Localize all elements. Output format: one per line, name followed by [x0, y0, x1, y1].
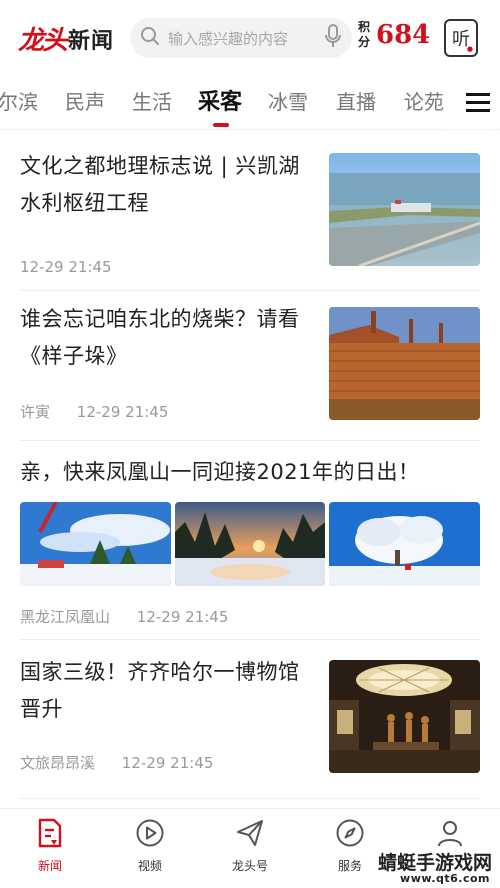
paper-plane-icon: [234, 817, 266, 849]
news-thumbnail[interactable]: [329, 502, 480, 586]
news-source: 许寅: [20, 403, 51, 421]
news-meta: 黑龙江凤凰山 12-29 21:45: [20, 606, 228, 627]
channel-tabs: 尔滨 民声 生活 采客 冰雪 直播 论苑: [0, 76, 500, 130]
points-display[interactable]: 积 分 684: [358, 20, 430, 50]
news-thumbnail[interactable]: [329, 307, 480, 420]
news-time: 12-29 21:45: [76, 403, 169, 421]
site-watermark: 蜻蜓手游戏网 www.qt6.com: [356, 846, 500, 888]
menu-icon-bar: [466, 100, 490, 104]
microphone-icon[interactable]: [324, 24, 342, 52]
watermark-title: 蜻蜓手游戏网: [377, 852, 492, 874]
app-logo: 龙头 新闻: [18, 20, 114, 57]
search-input[interactable]: 输入感兴趣的内容: [168, 28, 324, 49]
listen-indicator: ●: [466, 45, 473, 53]
news-item[interactable]: 文化之都地理标志说 | 兴凯湖水利枢纽工程 12-29 21:45: [20, 148, 480, 278]
search-icon: [140, 26, 160, 50]
logo-mark: 龙头: [18, 26, 68, 56]
nav-video[interactable]: 视频: [110, 817, 190, 874]
tab-minsheng[interactable]: 民声: [65, 86, 105, 115]
news-time: 12-29 21:45: [136, 608, 229, 626]
nav-label: 视频: [137, 859, 162, 873]
watermark-url: www.qt6.com: [400, 872, 490, 885]
news-meta: 许寅 12-29 21:45: [20, 401, 168, 422]
points-label: 积 分: [358, 20, 371, 49]
news-meta: 12-29 21:45: [20, 258, 112, 276]
divider: [20, 440, 480, 441]
divider: [20, 290, 480, 291]
listen-button[interactable]: 听 ●: [444, 19, 478, 57]
points-value: 684: [376, 20, 431, 50]
nav-news[interactable]: 新闻: [10, 817, 90, 874]
news-title[interactable]: 国家三级！齐齐哈尔一博物馆晋升: [20, 654, 310, 728]
logo-text: 新闻: [68, 28, 115, 54]
user-icon: [434, 817, 466, 849]
search-bar[interactable]: 输入感兴趣的内容: [130, 18, 352, 58]
news-title[interactable]: 文化之都地理标志说 | 兴凯湖水利枢纽工程: [20, 148, 310, 222]
divider: [20, 639, 480, 640]
tab-zhibo[interactable]: 直播: [336, 86, 376, 115]
news-meta: 文旅昂昂溪 12-29 21:45: [20, 752, 213, 773]
news-thumbnail[interactable]: [20, 502, 171, 586]
news-item[interactable]: 谁会忘记咱东北的烧柴？请看《样子垛》 许寅 12-29 21:45: [20, 301, 480, 431]
news-source: 黑龙江凤凰山: [20, 608, 111, 626]
play-icon: [134, 817, 166, 849]
tab-caike[interactable]: 采客: [198, 84, 242, 116]
divider: [20, 798, 480, 799]
news-source: 文旅昂昂溪: [20, 754, 96, 772]
nav-label: 龙头号: [231, 859, 268, 873]
menu-icon-bar: [466, 92, 490, 96]
news-title[interactable]: 谁会忘记咱东北的烧柴？请看《样子垛》: [20, 301, 310, 375]
news-title[interactable]: 亲，快来凤凰山一同迎接2021年的日出！: [20, 454, 480, 491]
tab-bingxue[interactable]: 冰雪: [268, 86, 308, 115]
tab-shenghuo[interactable]: 生活: [132, 86, 172, 115]
nav-label: 新闻: [37, 859, 62, 873]
top-header: 龙头 新闻 输入感兴趣的内容 积 分 684 听 ●: [0, 0, 500, 76]
news-item[interactable]: 国家三级！齐齐哈尔一博物馆晋升 文旅昂昂溪 12-29 21:45: [20, 654, 480, 784]
news-thumbnail[interactable]: [175, 502, 325, 586]
news-time: 12-29 21:45: [121, 754, 214, 772]
active-tab-indicator: [213, 123, 229, 127]
news-time: 12-29 21:45: [20, 258, 112, 276]
news-thumbnail[interactable]: [329, 153, 480, 266]
news-icon: [34, 817, 66, 849]
news-item[interactable]: 亲，快来凤凰山一同迎接2021年的日出！ 黑龙江凤凰山 12-29 21:45: [20, 454, 480, 626]
nav-longtouhao[interactable]: 龙头号: [210, 817, 290, 874]
tab-erbin[interactable]: 尔滨: [0, 86, 38, 115]
channel-menu-button[interactable]: [456, 76, 500, 128]
news-thumbnail[interactable]: [329, 660, 480, 773]
menu-icon-bar: [466, 108, 490, 112]
compass-icon: [334, 817, 366, 849]
tab-lunyuan[interactable]: 论苑: [404, 86, 444, 115]
